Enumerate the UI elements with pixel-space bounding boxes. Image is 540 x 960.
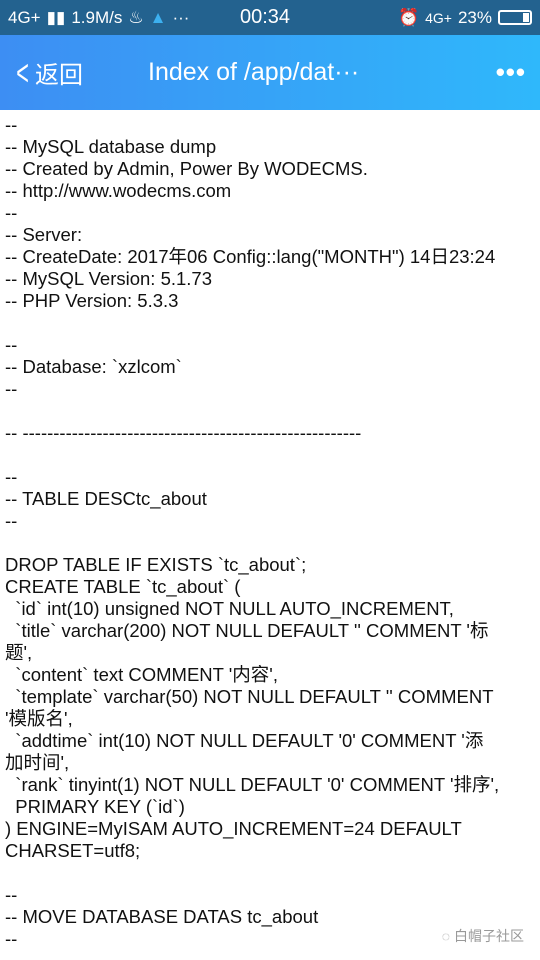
watermark: ◌ 白帽子社区 — [442, 926, 524, 946]
text-line: -- — [5, 510, 18, 531]
text-line: -- — [5, 334, 18, 355]
text-line: `template` varchar(50) NOT NULL DEFAULT … — [5, 686, 494, 707]
text-line: -- — [5, 378, 18, 399]
text-line — [5, 862, 536, 884]
text-line — [5, 444, 536, 466]
battery-icon — [498, 10, 532, 25]
text-line: -- PHP Version: 5.3.3 — [5, 290, 179, 311]
text-line — [5, 312, 536, 334]
text-line: `title` varchar(200) NOT NULL DEFAULT ''… — [5, 620, 489, 641]
more-notifications-icon: ··· — [172, 7, 190, 27]
alarm-icon: ⏰ — [397, 7, 420, 27]
network-speed: 1.9M/s — [71, 7, 123, 27]
text-line: -- — [5, 466, 18, 487]
text-line: PRIMARY KEY (`id`) — [5, 796, 185, 817]
clock: 00:34 — [240, 6, 291, 28]
navigation-bar: < 返回 Index of /app/dat··· ••• — [0, 35, 540, 110]
text-line: -- http://www.wodecms.com — [5, 180, 232, 201]
battery-percent: 23% — [457, 7, 492, 27]
text-line: `addtime` int(10) NOT NULL DEFAULT '0' C… — [5, 730, 484, 751]
text-line: -- — [5, 884, 18, 905]
text-line: DROP TABLE IF EXISTS `tc_about`; — [5, 554, 307, 575]
sql-dump-content: -- -- MySQL database dump -- Created by Ad… — [5, 114, 536, 950]
text-line: ) ENGINE=MyISAM AUTO_INCREMENT=24 DEFAUL… — [5, 818, 462, 839]
chevron-left-icon: < — [16, 51, 29, 93]
text-line: 加时间', — [5, 752, 70, 773]
back-label: 返回 — [35, 62, 84, 89]
text-line: -- MOVE DATABASE DATAS tc_about — [5, 906, 319, 927]
signal-icon: ▮▮ — [46, 7, 66, 27]
text-line: -- Created by Admin, Power By WODECMS. — [5, 158, 368, 179]
text-line: -- -------------------------------------… — [5, 422, 362, 443]
network-type: 4G+ — [8, 7, 41, 27]
text-line: 题', — [5, 642, 33, 663]
text-line: CREATE TABLE `tc_about` ( — [5, 576, 241, 597]
text-line: CHARSET=utf8; — [5, 840, 141, 861]
text-line: '模版名', — [5, 708, 73, 729]
text-line — [5, 532, 536, 554]
text-line: -- — [5, 114, 18, 135]
text-line — [5, 400, 536, 422]
flame-icon: ♨ — [128, 7, 144, 27]
text-line: -- Database: `xzlcom` — [5, 356, 182, 377]
back-button[interactable]: < 返回 — [0, 52, 83, 94]
text-line: -- Server: — [5, 224, 83, 245]
watermark-text: 白帽子社区 — [454, 928, 524, 944]
text-line: -- — [5, 202, 18, 223]
wechat-icon: ◌ — [441, 928, 454, 944]
text-line: `content` text COMMENT '内容', — [5, 664, 278, 685]
more-menu-button[interactable]: ••• — [496, 57, 526, 88]
network-type-2: 4G+ — [425, 9, 452, 26]
text-line: `rank` tinyint(1) NOT NULL DEFAULT '0' C… — [5, 774, 500, 795]
status-bar: 4G+ ▮▮ 1.9M/s ♨ ▲ ··· 00:34 ⏰ 4G+ 23% — [0, 0, 540, 35]
text-line: -- MySQL Version: 5.1.73 — [5, 268, 213, 289]
page-title: Index of /app/dat··· — [148, 58, 360, 86]
text-line: `id` int(10) unsigned NOT NULL AUTO_INCR… — [5, 598, 454, 619]
text-line: -- CreateDate: 2017年06 Config::lang("MON… — [5, 246, 496, 267]
text-line: -- TABLE DESCtc_about — [5, 488, 207, 509]
warning-icon: ▲ — [149, 7, 167, 27]
text-line: -- MySQL database dump — [5, 136, 217, 157]
